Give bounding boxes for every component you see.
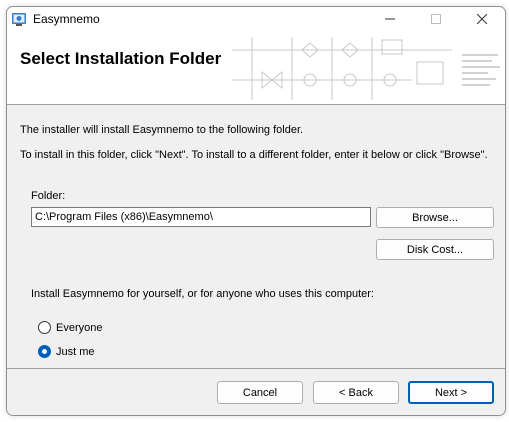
disk-cost-button[interactable]: Disk Cost... [376,239,494,260]
intro-text-1: The installer will install Easymnemo to … [20,124,304,136]
minimize-button[interactable] [367,7,413,31]
radio-everyone[interactable]: Everyone [38,321,102,334]
intro-text-2: To install in this folder, click "Next".… [20,149,488,161]
radio-just-me[interactable]: Just me [38,345,95,358]
installer-icon [12,13,26,26]
browse-button[interactable]: Browse... [376,207,494,228]
close-button[interactable] [459,7,505,31]
install-for-text: Install Easymnemo for yourself, or for a… [31,288,374,300]
installer-window: Easymnemo Select Installation Folder The… [6,6,506,416]
radio-everyone-label: Everyone [56,321,103,334]
minimize-icon [385,18,395,20]
close-icon [477,14,487,24]
folder-path-input[interactable]: C:\Program Files (x86)\Easymnemo\ [31,207,371,227]
back-button[interactable]: < Back [313,381,399,404]
page-title: Select Installation Folder [20,49,222,68]
radio-just-me-circle[interactable] [38,345,51,358]
schematic-background-image [232,37,500,100]
cancel-button[interactable]: Cancel [217,381,303,404]
radio-just-me-label: Just me [56,345,95,358]
window-title: Easymnemo [33,12,100,26]
folder-label: Folder: [31,190,66,202]
dialog-content: The installer will install Easymnemo to … [7,105,505,367]
maximize-button [413,7,459,31]
title-bar[interactable]: Easymnemo [7,7,505,32]
maximize-icon [431,14,441,24]
header-banner: Select Installation Folder [7,32,505,105]
next-button[interactable]: Next > [408,381,494,404]
radio-everyone-circle[interactable] [38,321,51,334]
dialog-footer: Cancel < Back Next > [7,369,505,415]
